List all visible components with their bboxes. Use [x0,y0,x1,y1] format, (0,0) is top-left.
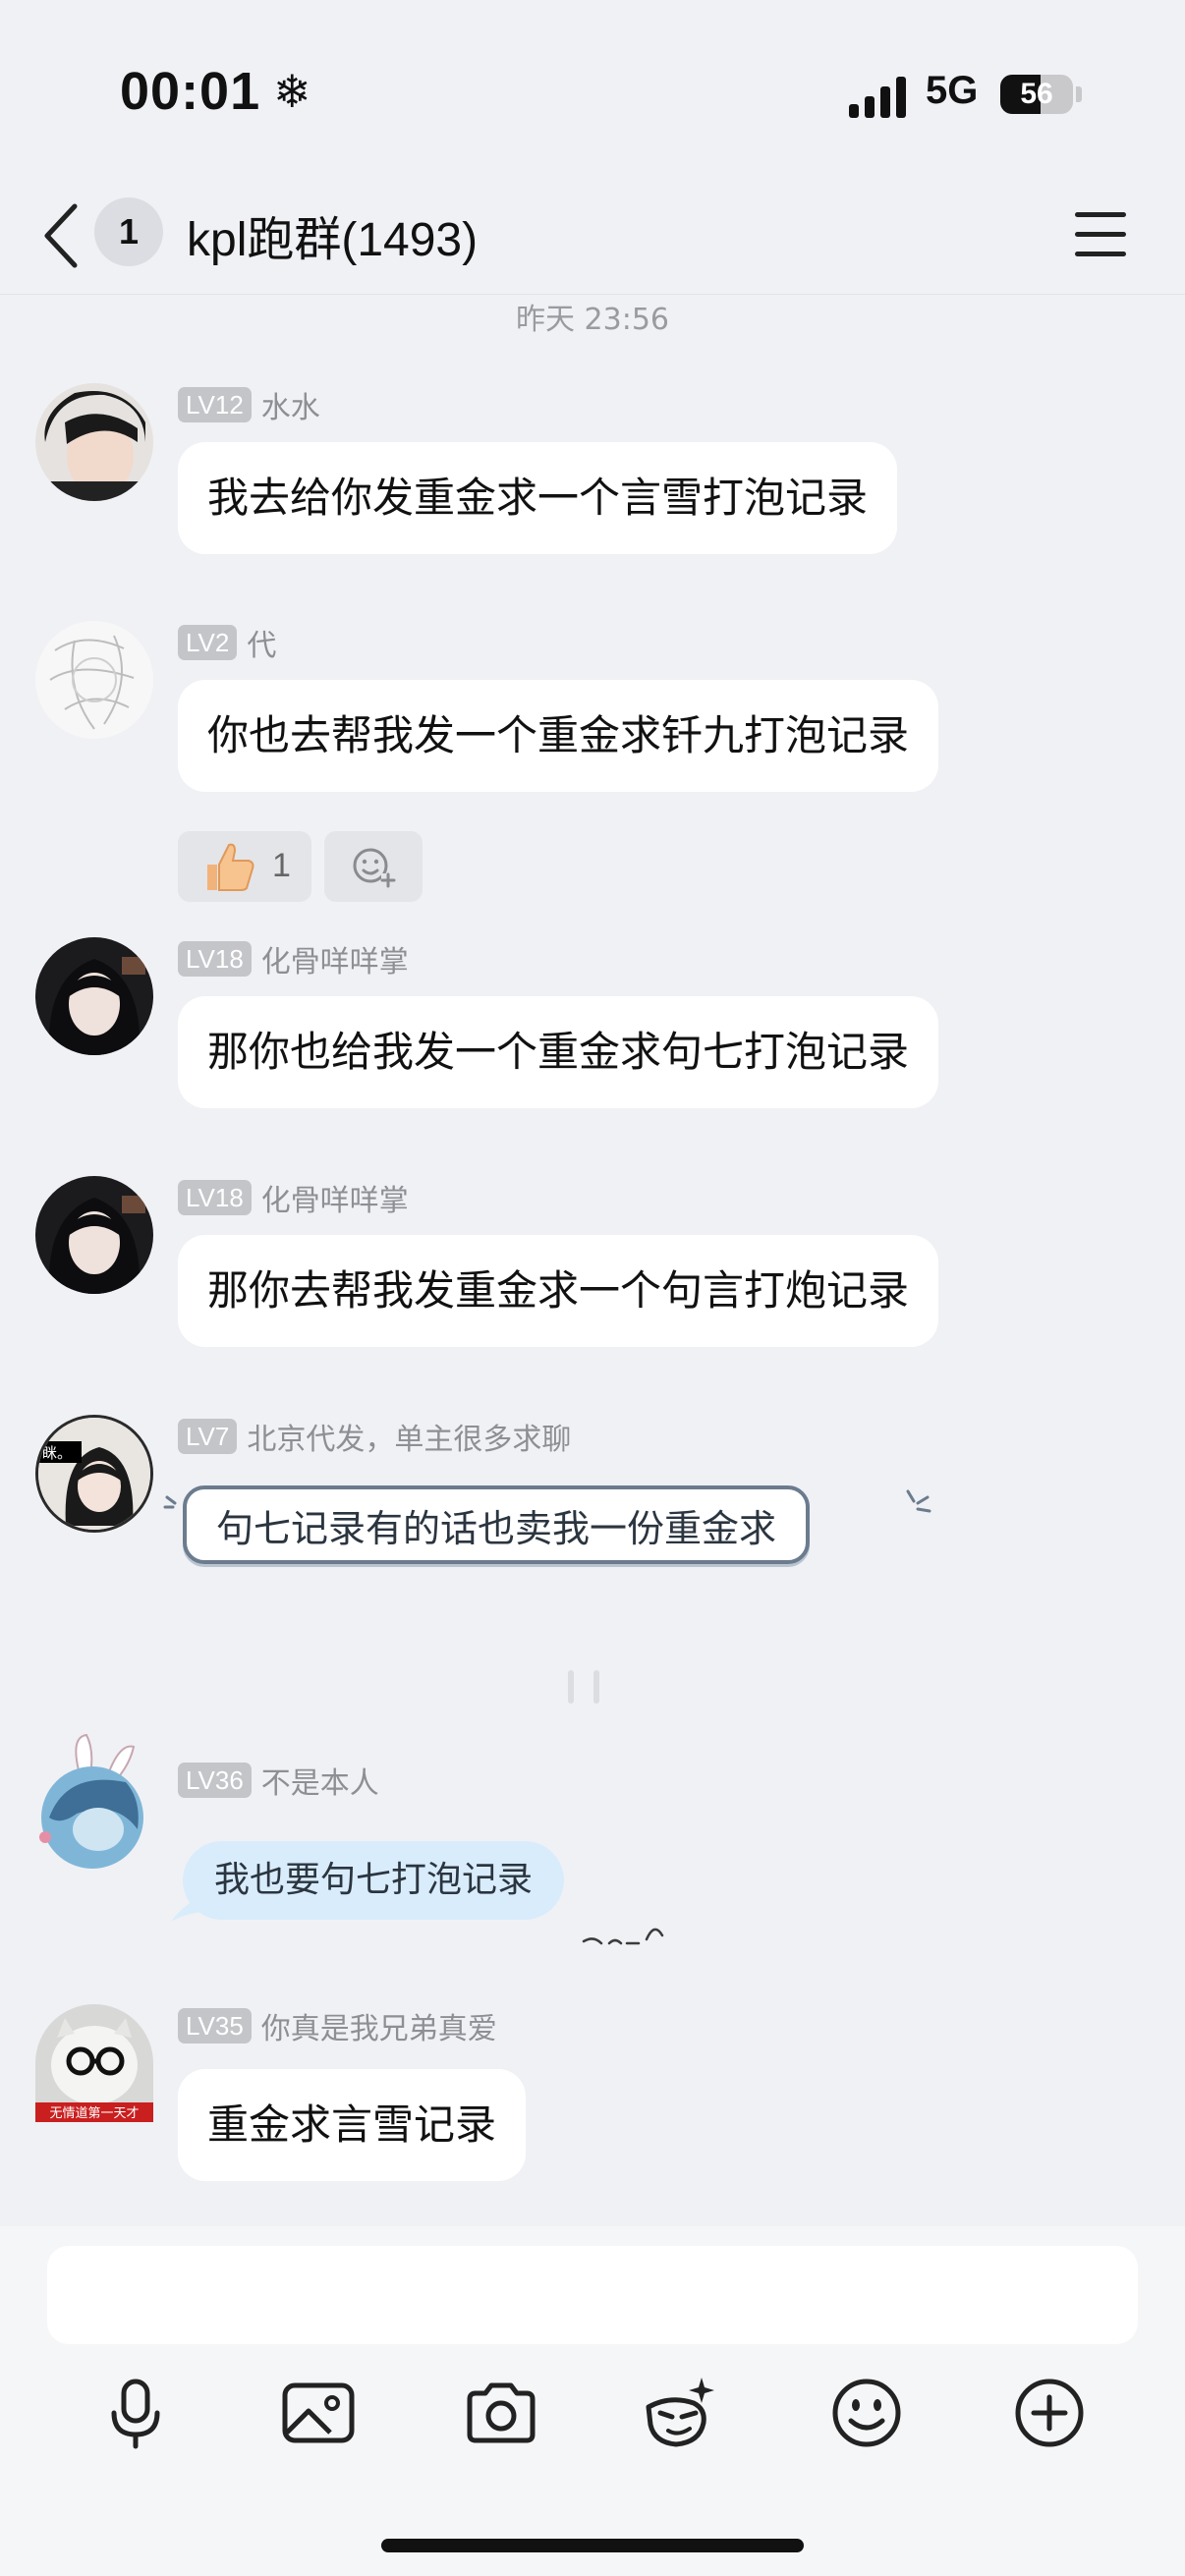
microphone-icon [111,2379,160,2449]
emoji-button[interactable] [827,2374,906,2452]
add-reaction-icon [353,848,396,888]
unread-count-badge[interactable]: 1 [94,197,163,266]
sender-name[interactable]: 不是本人 [261,1759,379,1802]
status-time: 00:01 [120,62,261,121]
input-area [0,2226,1185,2576]
emoji-icon [832,2379,901,2447]
network-type: 5G [926,69,979,112]
back-button[interactable] [35,196,94,275]
plus-icon [1015,2379,1084,2447]
message-bubble[interactable]: 那你也给我发一个重金求句七打泡记录 [178,996,939,1108]
doodle-decoration-icon [582,1928,664,1945]
message-meta: LV18 化骨咩咩掌 [178,1176,409,1218]
level-badge: LV35 [178,2008,252,2044]
status-bar: 00:01 ❄ 5G 56 [0,0,1185,177]
camera-button[interactable] [462,2374,540,2452]
more-button[interactable] [1010,2374,1089,2452]
chevron-left-icon [44,203,78,268]
sticker-icon [646,2378,714,2447]
level-badge: LV18 [178,941,252,977]
message-bubble[interactable]: 那你去帮我发重金求一个句言打炮记录 [178,1235,939,1347]
avatar[interactable] [35,937,153,1055]
chat-header: 1 kpl跑群(1493) [0,177,1185,295]
message-bubble[interactable]: 重金求言雪记录 [178,2069,527,2181]
avatar[interactable] [35,383,153,501]
sender-name[interactable]: 化骨咩咩掌 [261,1176,409,1219]
message-meta: LV2 代 [178,621,276,663]
add-reaction-button[interactable] [324,831,423,902]
battery-icon: 56 [1000,75,1073,114]
message-meta: LV12 水水 [178,383,320,425]
page-title[interactable]: kpl跑群(1493) [187,200,478,269]
level-badge: LV7 [178,1419,238,1454]
reaction-thumbs-up[interactable]: 1 [178,831,311,902]
message-meta: LV18 化骨咩咩掌 [178,937,409,980]
level-badge: LV18 [178,1180,252,1215]
message-bubble[interactable]: 你也去帮我发一个重金求钎九打泡记录 [178,680,939,792]
loading-indicator [568,1670,599,1704]
sender-name[interactable]: 水水 [261,383,320,426]
message-meta: LV7 北京代发，单主很多求聊 [178,1415,571,1457]
sender-name[interactable]: 你真是我兄弟真爱 [261,2004,497,2047]
battery-cap [1076,86,1082,102]
avatar-banner: 无情道第一天才 [49,2106,139,2121]
sticker-button[interactable] [641,2374,719,2452]
message-meta: LV35 你真是我兄弟真爱 [178,2004,497,2047]
level-badge: LV36 [178,1763,252,1798]
sender-name[interactable]: 北京代发，单主很多求聊 [247,1415,571,1458]
hamburger-menu-icon [1075,212,1126,217]
snowflake-icon: ❄ [273,65,311,118]
image-icon [282,2382,355,2443]
avatar[interactable] [35,1176,153,1294]
message-timestamp: 昨天 23:56 [516,303,669,337]
avatar[interactable]: 眯。 [35,1415,153,1533]
message-meta: LV36 不是本人 [178,1759,379,1801]
avatar[interactable] [35,1733,153,1876]
thumbs-up-icon [207,843,254,891]
sparkle-right-icon [906,1489,931,1513]
avatar[interactable]: 无情道第一天才 [35,2004,153,2122]
message-bubble[interactable]: 我也要句七打泡记录 [183,1841,565,1920]
voice-button[interactable] [96,2374,175,2452]
level-badge: LV2 [178,625,238,660]
reaction-count: 1 [272,847,291,884]
sender-name[interactable]: 化骨咩咩掌 [261,937,409,980]
home-indicator[interactable] [381,2539,804,2552]
avatar[interactable] [35,621,153,739]
battery-level: 56 [1020,78,1053,110]
message-bubble[interactable]: 句七记录有的话也卖我一份重金求 [183,1485,811,1564]
image-button[interactable] [279,2374,358,2452]
camera-icon [467,2382,536,2443]
menu-button[interactable] [1073,202,1128,265]
message-input[interactable] [47,2246,1138,2344]
message-bubble[interactable]: 我去给你发重金求一个言雪打泡记录 [178,442,898,554]
level-badge: LV12 [178,387,252,422]
signal-strength-icon [849,77,906,118]
avatar-caption: 眯。 [42,1444,72,1462]
sender-name[interactable]: 代 [247,621,276,664]
